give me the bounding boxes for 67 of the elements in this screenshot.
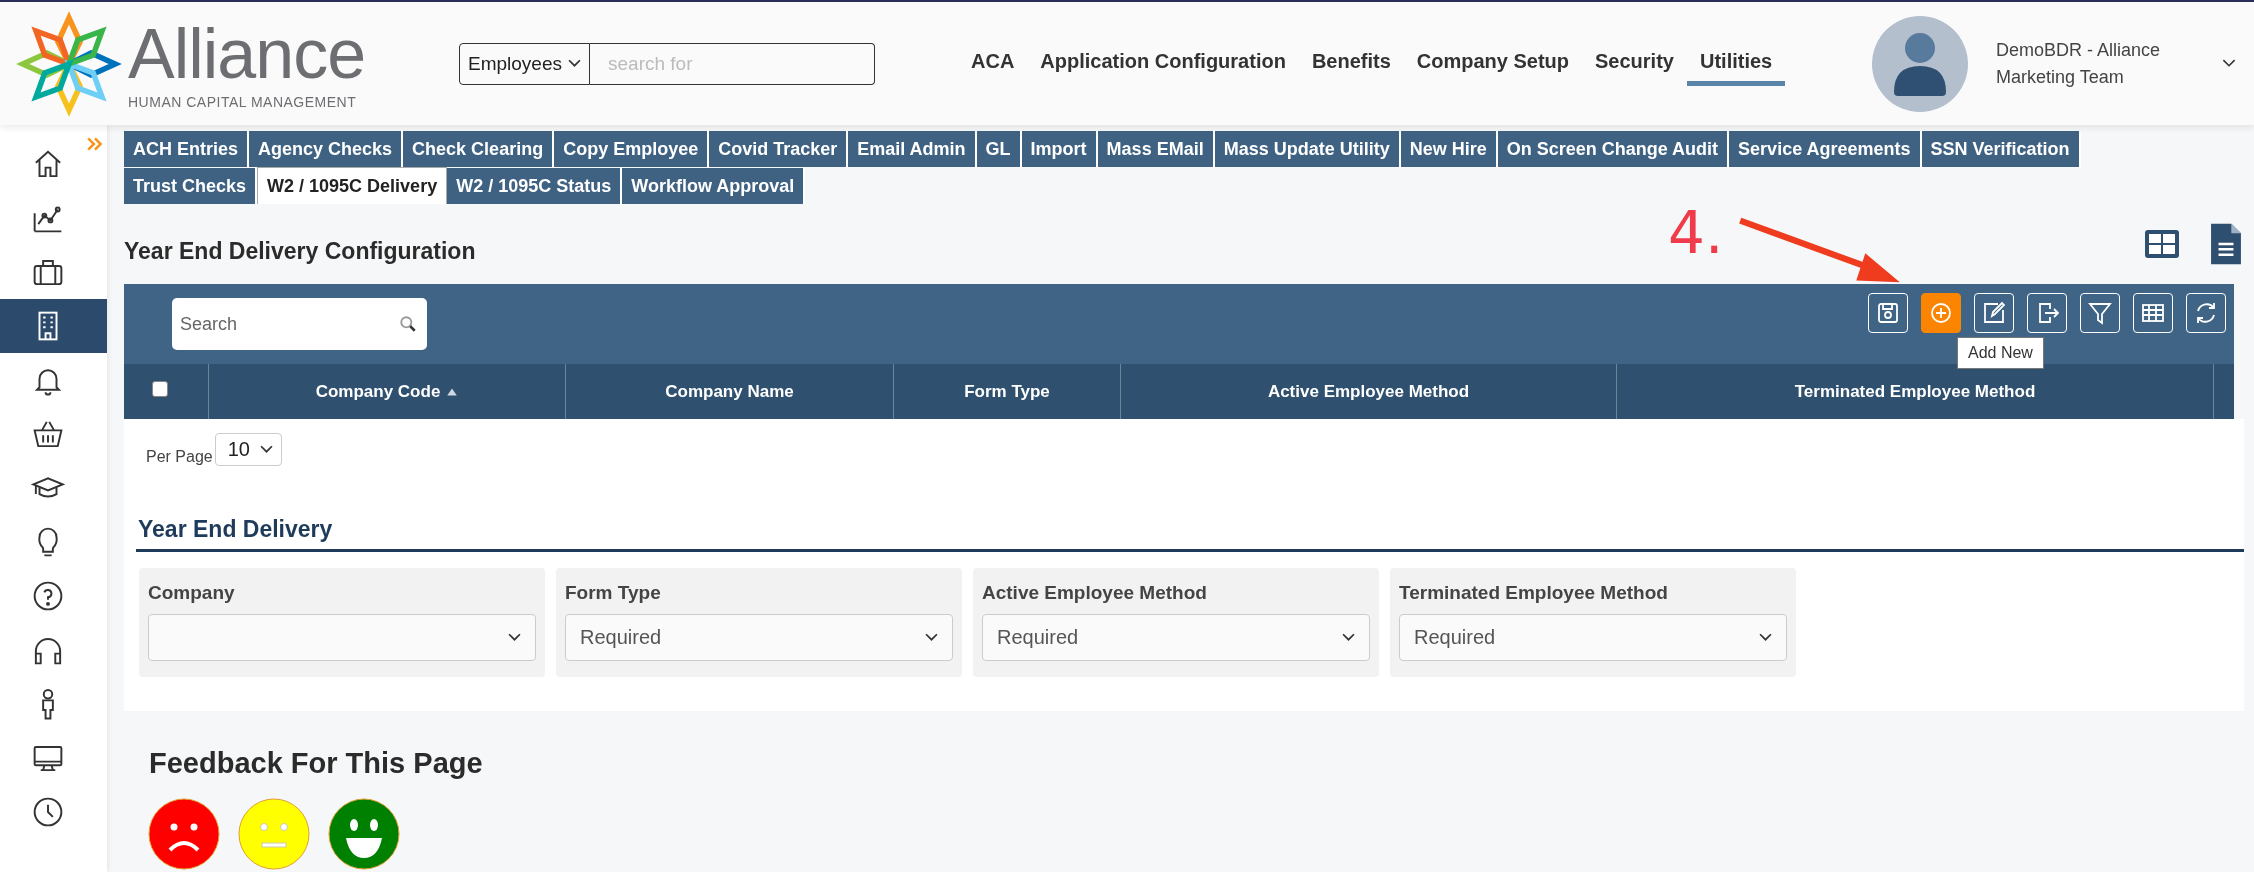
logo-wordmark: Alliance (128, 17, 366, 90)
document-icon[interactable] (2210, 222, 2242, 266)
tab[interactable]: SSN Verification (1921, 131, 2081, 167)
sort-icon (446, 386, 459, 397)
nav-link[interactable]: Security (1595, 41, 1674, 86)
grid-view-icon[interactable] (2144, 229, 2180, 259)
chevron-down-icon (1342, 633, 1355, 642)
sad-face-icon[interactable] (148, 798, 220, 870)
nav-link[interactable]: Utilities (1686, 41, 1786, 86)
tab[interactable]: W2 / 1095C Status (447, 168, 623, 204)
feedback-title: Feedback For This Page (149, 747, 484, 780)
happy-face-icon[interactable] (328, 798, 400, 870)
sidebar-item[interactable] (0, 299, 107, 353)
step-number: 4. (1668, 199, 1724, 267)
tab[interactable]: New Hire (1400, 131, 1498, 167)
tooltip: Add New (1957, 337, 2044, 369)
tab[interactable]: Mass EMail (1097, 131, 1215, 167)
chevron-down-icon[interactable] (2222, 59, 2236, 68)
column-header[interactable]: Company Name (665, 381, 794, 402)
nav-link[interactable]: Application Configuration (1040, 41, 1286, 86)
nav-link[interactable]: Benefits (1311, 41, 1391, 86)
dropdown-field[interactable] (148, 614, 536, 661)
tab[interactable]: Service Agreements (1729, 131, 1922, 167)
chevron-down-icon (259, 445, 273, 454)
tab[interactable]: GL (976, 131, 1022, 167)
chevron-down-icon (508, 633, 521, 642)
search-icon (399, 315, 417, 333)
nav-link[interactable]: Company Setup (1416, 41, 1570, 86)
dropdown-field[interactable]: Required (1399, 614, 1787, 661)
tab[interactable]: Trust Checks (124, 168, 258, 204)
chevron-down-icon (568, 59, 581, 68)
avatar-icon (1872, 15, 1968, 112)
per-page-select[interactable]: 10 (214, 433, 282, 466)
tab[interactable]: Import (1021, 131, 1098, 167)
tab[interactable]: Agency Checks (249, 131, 404, 167)
logo-tagline: HUMAN CAPITAL MANAGEMENT (128, 93, 358, 110)
nav-link[interactable]: ACA (971, 41, 1015, 86)
chevron-down-icon (1759, 633, 1772, 642)
field-label: Active Employee Method (982, 582, 1208, 604)
column-header[interactable]: Company Code (315, 381, 441, 402)
field-label: Form Type (565, 582, 662, 604)
select-all-checkbox[interactable] (152, 381, 168, 397)
tab[interactable]: W2 / 1095C Delivery (257, 167, 448, 204)
per-page-label: Per Page (146, 448, 213, 466)
search-scope-select[interactable]: Employees (459, 42, 590, 85)
column-header[interactable]: Form Type (964, 381, 1050, 402)
tab[interactable]: Email Admin (848, 131, 977, 167)
search-field[interactable]: Search (172, 298, 427, 350)
dropdown-field[interactable]: Required (565, 614, 953, 661)
tab[interactable]: Workflow Approval (622, 168, 806, 204)
tab[interactable]: Copy Employee (554, 131, 710, 167)
tab[interactable]: ACH Entries (124, 131, 250, 167)
section-title: Year End Delivery (136, 516, 2244, 552)
page-title: Year End Delivery Configuration (124, 237, 476, 265)
search-field[interactable]: search for (590, 42, 875, 85)
column-header[interactable]: Terminated Employee Method (1794, 381, 2036, 402)
field-label: Terminated Employee Method (1399, 582, 1669, 604)
tab[interactable]: Covid Tracker (709, 131, 849, 167)
column-header[interactable]: Active Employee Method (1267, 381, 1470, 402)
tab[interactable]: On Screen Change Audit (1497, 131, 1730, 167)
tab[interactable]: Check Clearing (403, 131, 555, 167)
user-name: Marketing Team (1996, 65, 2125, 89)
chevron-down-icon (925, 633, 938, 642)
field-label: Company (148, 582, 236, 604)
tab[interactable]: Mass Update Utility (1214, 131, 1401, 167)
user-name: DemoBDR - Alliance (1996, 38, 2162, 62)
dropdown-field[interactable]: Required (982, 614, 1370, 661)
